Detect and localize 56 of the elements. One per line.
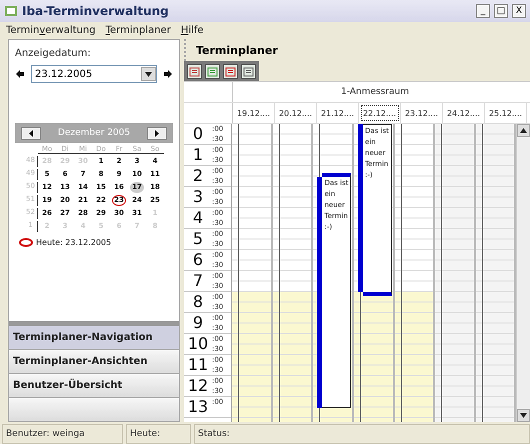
hour-label: 6 <box>192 250 204 270</box>
hour-label: 12 <box>186 376 210 396</box>
date-label: Anzeigedatum: <box>15 48 92 59</box>
today-marker-icon <box>19 238 33 247</box>
status-field: Status: <box>194 424 530 444</box>
day-header[interactable]: 23.12.... <box>401 103 443 123</box>
previous-month-button[interactable] <box>21 126 41 140</box>
today-label: Heute: 23.12.2005 <box>36 238 112 247</box>
day-header[interactable]: 22.12.... <box>359 103 401 123</box>
left-triangle-icon <box>29 130 33 136</box>
hour-label: 3 <box>192 187 204 207</box>
menu-item[interactable]: Terminplaner <box>106 25 171 36</box>
navigation-section-button[interactable]: Terminplaner-Ansichten <box>9 350 179 374</box>
month-title: Dezember 2005 <box>58 128 130 138</box>
hour-label: 2 <box>192 166 204 186</box>
down-caret-icon <box>520 413 528 418</box>
day-header[interactable]: 20.12.... <box>275 103 317 123</box>
date-field[interactable]: 23.12.2005 <box>31 65 157 83</box>
hour-label: 8 <box>192 292 204 312</box>
app-icon <box>4 5 18 17</box>
right-triangle-icon <box>155 130 159 136</box>
scrollbar[interactable] <box>516 124 530 422</box>
hour-label: 5 <box>192 229 204 249</box>
navigation-section-button[interactable]: Terminplaner-Navigation <box>9 326 179 350</box>
menu-item[interactable]: Terminverwaltung <box>6 25 96 36</box>
hour-label: 10 <box>186 334 210 354</box>
hour-label: 1 <box>192 145 204 165</box>
menu-item[interactable]: Hilfe <box>180 25 204 36</box>
window-control[interactable]: _ <box>476 4 490 18</box>
scroll-up-button[interactable] <box>517 124 530 137</box>
window-control[interactable]: □ <box>494 4 508 18</box>
day-header[interactable]: 21.12.... <box>317 103 359 123</box>
day-header[interactable]: 25.12.... <box>485 103 527 123</box>
status-field: Heute: <box>126 424 191 444</box>
hour-label: 4 <box>192 208 204 228</box>
dropdown-button[interactable] <box>141 67 156 81</box>
navigation-section-button[interactable]: Benutzer-Übersicht <box>9 374 179 398</box>
hour-label: 0 <box>192 124 204 144</box>
room-header: 1-Anmessraum <box>340 86 410 99</box>
next-month-button[interactable] <box>147 126 167 140</box>
scroll-down-button[interactable] <box>517 409 530 422</box>
hour-label: 11 <box>186 355 210 375</box>
up-caret-icon <box>520 128 528 133</box>
planner-title: Terminplaner <box>196 44 278 56</box>
hour-label: 13 <box>186 397 210 417</box>
window-title: Iba-Terminverwaltung <box>22 4 170 18</box>
status-field: Benutzer: weinga <box>2 424 123 444</box>
next-arrow-icon <box>163 69 173 79</box>
previous-arrow-icon <box>15 69 25 79</box>
hour-label: 9 <box>192 313 204 333</box>
window-control[interactable]: X <box>512 4 526 18</box>
day-header[interactable]: 19.12.... <box>233 103 275 123</box>
caret-icon <box>145 72 152 76</box>
list-icon[interactable] <box>205 64 220 78</box>
day-header[interactable]: 24.12.... <box>443 103 485 123</box>
hour-label: 7 <box>192 271 204 291</box>
